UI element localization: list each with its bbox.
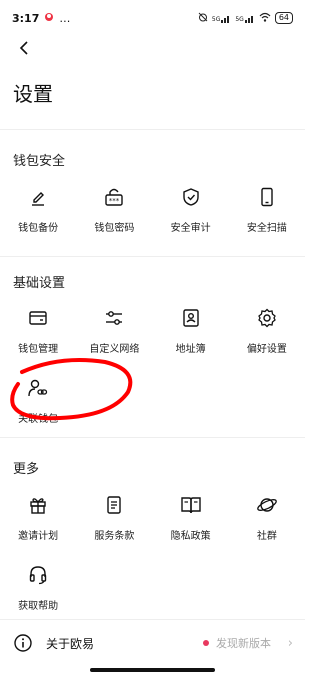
wallet-backup-item[interactable]: 钱包备份 bbox=[0, 184, 76, 254]
status-more: … bbox=[59, 11, 71, 25]
wallet-backup-label: 钱包备份 bbox=[18, 223, 59, 234]
about-row[interactable]: 关于欧易 发现新版本 › bbox=[0, 629, 305, 657]
linked-wallet-item[interactable]: 关联钱包 bbox=[0, 375, 76, 445]
basic-settings-grid: 钱包管理 自定义网络 地址簿 偏好设置 关联钱包 bbox=[0, 305, 305, 445]
about-label: 关于欧易 bbox=[46, 636, 95, 651]
home-indicator[interactable] bbox=[90, 668, 215, 672]
address-book-label: 地址簿 bbox=[175, 344, 206, 355]
status-time: 3:17 bbox=[12, 11, 40, 25]
signal-icon-2: 5G bbox=[235, 14, 254, 23]
sliders-icon bbox=[103, 307, 125, 329]
address-book-item[interactable]: 地址簿 bbox=[153, 305, 229, 375]
alarm-icon bbox=[198, 12, 208, 25]
contact-book-icon bbox=[180, 307, 202, 329]
wifi-icon bbox=[259, 12, 271, 25]
wallet-management-item[interactable]: 钱包管理 bbox=[0, 305, 76, 375]
custom-network-label: 自定义网络 bbox=[89, 344, 140, 355]
get-help-label: 获取帮助 bbox=[18, 601, 59, 612]
security-audit-item[interactable]: 安全审计 bbox=[153, 184, 229, 254]
divider bbox=[0, 437, 305, 438]
security-audit-label: 安全审计 bbox=[170, 223, 211, 234]
terms-item[interactable]: 服务条款 bbox=[76, 492, 152, 562]
section-title-more: 更多 bbox=[13, 462, 40, 477]
update-dot bbox=[203, 640, 209, 646]
page-title: 设置 bbox=[13, 82, 53, 106]
planet-icon bbox=[256, 494, 278, 516]
signal-icon-1: 5G bbox=[212, 14, 231, 23]
info-icon bbox=[13, 633, 33, 657]
security-scan-label: 安全扫描 bbox=[246, 223, 287, 234]
shield-check-icon bbox=[180, 186, 202, 208]
security-scan-item[interactable]: 安全扫描 bbox=[229, 184, 305, 254]
more-grid: 邀请计划 服务条款 隐私政策 社群 获取帮助 bbox=[0, 492, 305, 632]
wallet-security-grid: 钱包备份 *** 钱包密码 安全审计 安全扫描 bbox=[0, 184, 305, 254]
section-title-wallet-security: 钱包安全 bbox=[13, 154, 66, 169]
document-icon bbox=[103, 494, 125, 516]
notification-icon bbox=[44, 12, 54, 25]
community-item[interactable]: 社群 bbox=[229, 492, 305, 562]
password-lock-icon: *** bbox=[103, 186, 125, 208]
invite-plan-label: 邀请计划 bbox=[18, 531, 59, 542]
gift-icon bbox=[27, 494, 49, 516]
invite-plan-item[interactable]: 邀请计划 bbox=[0, 492, 76, 562]
wallet-password-label: 钱包密码 bbox=[94, 223, 135, 234]
status-bar: 3:17 … 5G 5G 64 bbox=[0, 0, 305, 36]
user-link-icon bbox=[27, 377, 49, 399]
battery-icon: 64 bbox=[274, 12, 293, 24]
wallet-icon bbox=[27, 307, 49, 329]
book-icon bbox=[180, 494, 202, 516]
pencil-icon bbox=[27, 186, 49, 208]
linked-wallet-label: 关联钱包 bbox=[18, 414, 59, 425]
wallet-management-label: 钱包管理 bbox=[18, 344, 59, 355]
chevron-left-icon bbox=[19, 41, 28, 55]
divider bbox=[0, 256, 305, 257]
wallet-password-item[interactable]: *** 钱包密码 bbox=[76, 184, 152, 254]
privacy-policy-label: 隐私政策 bbox=[170, 531, 211, 542]
preferences-label: 偏好设置 bbox=[246, 344, 287, 355]
phone-icon bbox=[256, 186, 278, 208]
chevron-right-icon: › bbox=[287, 635, 293, 651]
svg-text:***: *** bbox=[109, 197, 120, 205]
community-label: 社群 bbox=[256, 531, 277, 542]
custom-network-item[interactable]: 自定义网络 bbox=[76, 305, 152, 375]
divider bbox=[0, 619, 305, 620]
headset-icon bbox=[27, 564, 49, 586]
gear-icon bbox=[256, 307, 278, 329]
back-button[interactable] bbox=[15, 38, 35, 58]
divider bbox=[0, 129, 305, 130]
new-version-text: 发现新版本 bbox=[216, 637, 271, 650]
privacy-policy-item[interactable]: 隐私政策 bbox=[153, 492, 229, 562]
section-title-basic: 基础设置 bbox=[13, 276, 66, 291]
terms-label: 服务条款 bbox=[94, 531, 135, 542]
get-help-item[interactable]: 获取帮助 bbox=[0, 562, 76, 632]
preferences-item[interactable]: 偏好设置 bbox=[229, 305, 305, 375]
